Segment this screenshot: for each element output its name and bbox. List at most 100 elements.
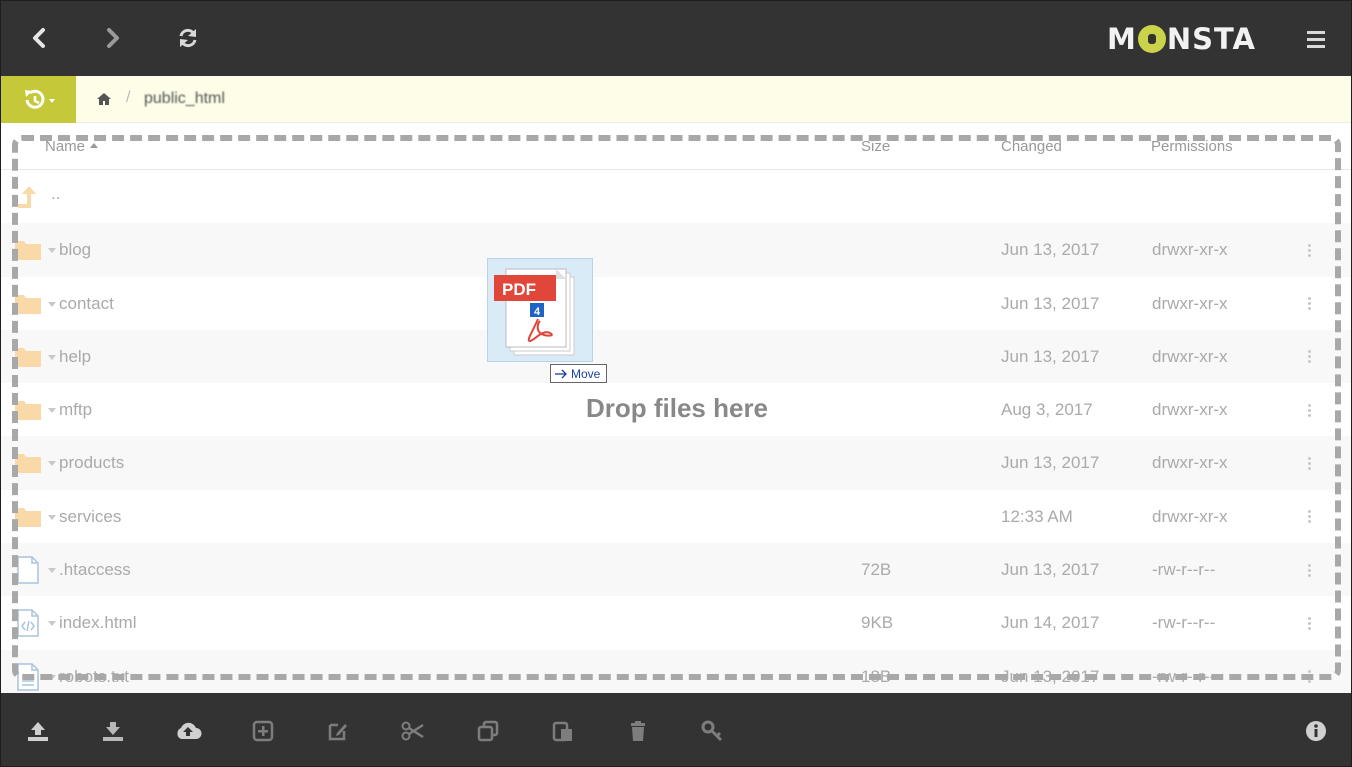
file-name[interactable]: robots.txt xyxy=(59,667,129,687)
info-icon xyxy=(1306,721,1326,741)
file-permissions: drwxr-xr-x xyxy=(1152,506,1228,526)
file-permissions: -rw-r--r-- xyxy=(1152,560,1216,580)
home-icon[interactable] xyxy=(96,91,112,107)
up-arrow-icon xyxy=(18,186,36,208)
pdf-badge-label: PDF xyxy=(502,280,536,299)
parent-directory-label[interactable]: .. xyxy=(51,184,60,204)
row-actions-icon[interactable] xyxy=(1301,667,1317,687)
row-actions-icon[interactable] xyxy=(1301,240,1317,260)
table-row[interactable]: contact Jun 13, 2017 drwxr-xr-x xyxy=(1,277,1351,330)
file-name[interactable]: contact xyxy=(59,294,114,314)
file-changed: Jun 14, 2017 xyxy=(1001,613,1100,633)
file-name[interactable]: products xyxy=(59,453,124,473)
refresh-icon xyxy=(179,28,197,48)
new-item-button[interactable] xyxy=(248,717,278,745)
row-actions-icon[interactable] xyxy=(1301,453,1317,473)
file-changed: Jun 13, 2017 xyxy=(1001,560,1100,580)
column-permissions[interactable]: Permissions xyxy=(1151,138,1233,155)
cloud-upload-button[interactable] xyxy=(173,717,203,745)
row-menu-caret-icon[interactable] xyxy=(48,514,56,520)
file-name[interactable]: .htaccess xyxy=(59,560,131,580)
row-list: blog Jun 13, 2017 drwxr-xr-x contact Jun 13,… xyxy=(1,223,1351,693)
file-name[interactable]: help xyxy=(59,347,91,367)
folder-icon xyxy=(15,294,41,314)
drop-message: Drop files here xyxy=(585,393,769,423)
bottom-toolbar xyxy=(1,693,1351,766)
file-size: 72B xyxy=(861,560,892,580)
edit-button[interactable] xyxy=(323,717,353,745)
cloud-upload-icon xyxy=(177,722,202,739)
table-row[interactable]: services 12:33 AM drwxr-xr-x xyxy=(1,490,1351,543)
refresh-button[interactable] xyxy=(170,20,206,56)
row-actions-icon[interactable] xyxy=(1301,560,1317,580)
file-changed: Jun 13, 2017 xyxy=(1001,453,1100,473)
file-changed: Jun 13, 2017 xyxy=(1001,666,1100,686)
permissions-button[interactable] xyxy=(698,717,728,745)
history-button[interactable] xyxy=(1,76,76,123)
file-icon xyxy=(17,556,39,584)
row-menu-caret-icon[interactable] xyxy=(48,301,56,307)
table-row[interactable]: .htaccess 72B Jun 13, 2017 -rw-r--r-- xyxy=(1,543,1351,597)
column-size[interactable]: Size xyxy=(861,138,890,155)
column-name[interactable]: Name xyxy=(45,138,99,155)
copy-button[interactable] xyxy=(473,717,503,745)
drag-count: 4 xyxy=(534,306,541,318)
delete-button[interactable] xyxy=(623,717,653,745)
upload-button[interactable] xyxy=(23,717,53,745)
file-permissions: -rw-r--r-- xyxy=(1152,613,1216,633)
move-tooltip-label: Move xyxy=(571,366,601,381)
file-changed: 12:33 AM xyxy=(1001,506,1073,526)
sort-ascending-icon xyxy=(90,143,99,148)
folder-icon xyxy=(15,454,41,474)
row-menu-caret-icon[interactable] xyxy=(48,568,56,574)
pdf-file-icon: PDF 4 xyxy=(494,268,575,356)
table-row[interactable]: index.html 9KB Jun 14, 2017 -rw-r--r-- xyxy=(1,596,1351,649)
table-row[interactable]: products Jun 13, 2017 drwxr-xr-x xyxy=(1,436,1351,490)
hamburger-menu-icon[interactable] xyxy=(1298,23,1334,55)
row-actions-icon[interactable] xyxy=(1301,507,1317,527)
new-item-icon xyxy=(252,720,274,742)
forward-button[interactable] xyxy=(95,20,131,56)
text-file-icon xyxy=(17,662,39,691)
edit-icon xyxy=(328,723,347,741)
cut-button[interactable] xyxy=(398,717,428,745)
file-name[interactable]: index.html xyxy=(59,613,136,633)
row-menu-caret-icon[interactable] xyxy=(48,461,56,467)
file-name[interactable]: services xyxy=(59,507,121,527)
breadcrumb: / public_html xyxy=(1,76,1351,123)
parent-directory-row[interactable]: .. xyxy=(1,170,1351,223)
folder-icon xyxy=(15,507,41,527)
row-actions-icon[interactable] xyxy=(1301,613,1317,633)
monsta-logo: M NSTA xyxy=(1107,22,1256,56)
folder-icon xyxy=(15,347,41,367)
info-button[interactable] xyxy=(1301,717,1331,745)
file-permissions: drwxr-xr-x xyxy=(1152,346,1228,366)
move-tooltip: Move xyxy=(550,364,607,383)
row-menu-caret-icon[interactable] xyxy=(48,674,56,680)
paste-button[interactable] xyxy=(548,717,578,745)
column-changed[interactable]: Changed xyxy=(1001,138,1062,155)
chevron-left-icon xyxy=(33,28,45,48)
table-row[interactable]: robots.txt 18B Jun 13, 2017 -rw-r--r-- xyxy=(1,649,1351,693)
back-button[interactable] xyxy=(21,20,57,56)
file-name[interactable]: blog xyxy=(59,240,91,260)
table-row[interactable]: blog Jun 13, 2017 drwxr-xr-x xyxy=(1,223,1351,277)
file-permissions: drwxr-xr-x xyxy=(1152,293,1228,313)
file-size: 9KB xyxy=(861,613,894,633)
paste-icon xyxy=(552,721,572,742)
row-menu-caret-icon[interactable] xyxy=(48,248,56,254)
breadcrumb-current[interactable]: public_html xyxy=(144,90,225,108)
row-actions-icon[interactable] xyxy=(1301,294,1317,314)
download-button[interactable] xyxy=(98,717,128,745)
key-icon xyxy=(701,720,723,742)
table-row[interactable]: help Jun 13, 2017 drwxr-xr-x xyxy=(1,329,1351,384)
row-actions-icon[interactable] xyxy=(1301,347,1317,367)
folder-icon xyxy=(15,241,41,261)
arrow-right-icon xyxy=(555,369,567,378)
row-menu-caret-icon[interactable] xyxy=(48,354,56,360)
delete-icon xyxy=(631,721,645,741)
file-changed: Jun 13, 2017 xyxy=(1001,346,1100,366)
row-menu-caret-icon[interactable] xyxy=(48,621,56,627)
file-permissions: -rw-r--r-- xyxy=(1152,666,1216,686)
copy-icon xyxy=(477,720,499,742)
